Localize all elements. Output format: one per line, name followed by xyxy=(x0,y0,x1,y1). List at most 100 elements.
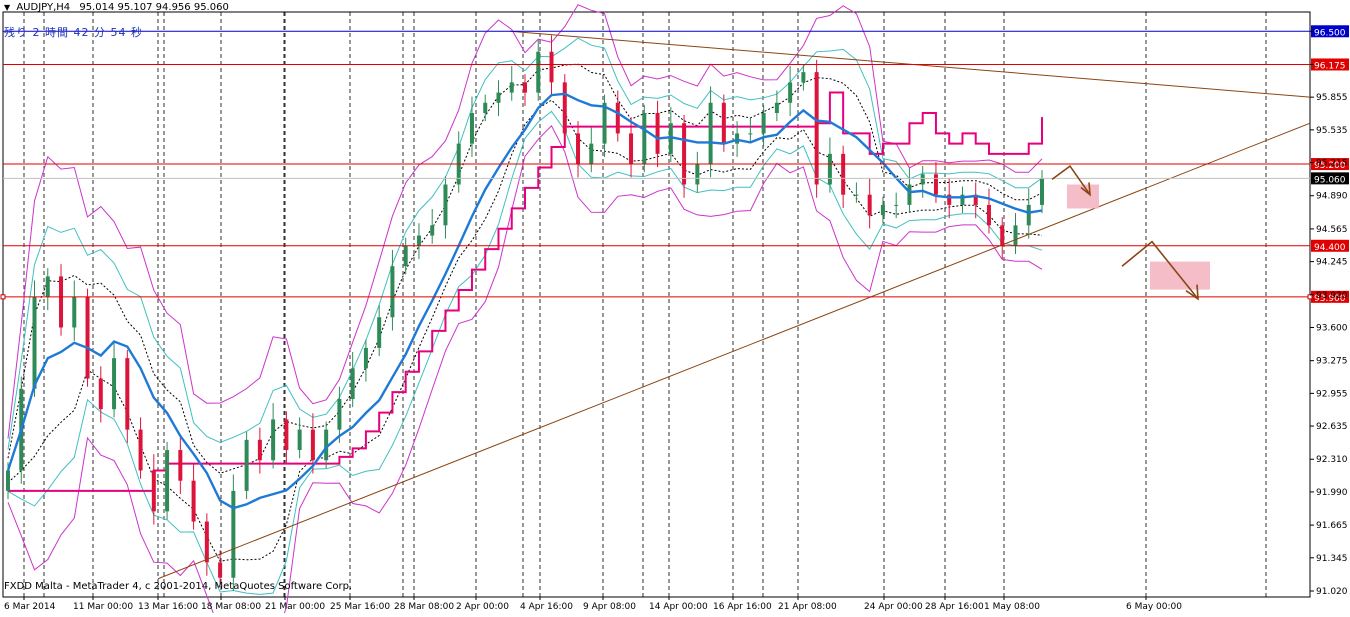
candle-body xyxy=(549,51,554,83)
y-tick-label: 91.345 xyxy=(1316,554,1348,564)
candle-body xyxy=(867,194,872,216)
candle-body xyxy=(523,82,527,93)
x-tick-label: 14 Apr 00:00 xyxy=(649,602,708,612)
candle-body xyxy=(655,112,660,154)
candle-body xyxy=(774,102,779,113)
candle-body xyxy=(271,419,276,461)
level-label: 96.500 xyxy=(1314,28,1346,38)
x-tick-label: 6 Mar 2014 xyxy=(4,602,56,612)
y-tick-label: 95.535 xyxy=(1316,126,1348,136)
candle-body xyxy=(377,317,382,348)
candle-body xyxy=(337,398,342,430)
candle-body xyxy=(151,470,156,512)
candle-body xyxy=(589,143,594,165)
candle-body xyxy=(218,562,223,578)
y-tick-label: 94.890 xyxy=(1316,192,1348,202)
candle-body xyxy=(1026,204,1031,226)
candle-body xyxy=(363,347,368,369)
candle-body xyxy=(1013,225,1018,246)
candle-body xyxy=(933,174,938,195)
x-tick-label: 2 Apr 00:00 xyxy=(456,602,509,612)
candle-body xyxy=(6,470,10,491)
candle-body xyxy=(483,102,488,113)
y-tick-label: 93.275 xyxy=(1316,357,1348,367)
y-tick-label: 92.635 xyxy=(1316,422,1348,432)
chart-background xyxy=(0,0,1350,613)
candle-body xyxy=(125,358,130,430)
candle-body xyxy=(695,164,700,185)
candle-body xyxy=(801,72,806,83)
bar-countdown: 残り 2 時間 42 分 54 秒 xyxy=(4,26,143,39)
candle-body xyxy=(907,184,912,205)
candle-body xyxy=(443,184,448,226)
candle-body xyxy=(310,429,315,461)
candle-body xyxy=(509,82,514,93)
candle-body xyxy=(841,153,846,195)
candle-body xyxy=(854,194,859,196)
candle-body xyxy=(708,102,713,165)
level-anchor xyxy=(1307,294,1313,300)
candle-body xyxy=(204,521,209,563)
ohlc-values: 95.014 95.107 94.956 95.060 xyxy=(79,2,229,13)
candle-body xyxy=(138,429,143,471)
candle-body xyxy=(59,276,64,328)
level-label: 94.400 xyxy=(1314,243,1346,253)
y-tick-label: 94.565 xyxy=(1316,225,1348,235)
candle-body xyxy=(390,266,395,318)
candle-body xyxy=(231,490,236,578)
candle-body xyxy=(602,102,607,144)
y-tick-label: 92.310 xyxy=(1316,455,1348,465)
y-tick-label: 94.245 xyxy=(1316,258,1348,268)
candle-body xyxy=(191,480,196,522)
x-tick-label: 21 Mar 00:00 xyxy=(265,602,325,612)
chart-area[interactable]: 96.500 96.175 95.200 95.060 94.400 93.900 91.0… xyxy=(0,0,1350,617)
x-tick-label: 21 Apr 08:00 xyxy=(778,602,837,612)
candle-body xyxy=(350,368,355,399)
y-tick-label: 91.665 xyxy=(1316,521,1348,531)
level-label: 96.175 xyxy=(1314,61,1346,71)
symbol-label: AUDJPY,H4 xyxy=(16,2,71,13)
triangle-down-icon[interactable]: ▼ xyxy=(4,3,10,12)
x-tick-label: 9 Apr 08:00 xyxy=(583,602,636,612)
candle-body xyxy=(880,204,885,216)
candle-body xyxy=(496,92,501,103)
copyright-note: FXDD Malta - MetaTrader 4, c 2001-2014, … xyxy=(4,581,353,592)
candle-body xyxy=(430,225,435,236)
candle-body xyxy=(827,153,832,185)
candle-body xyxy=(562,82,567,134)
candle-body xyxy=(721,102,726,144)
level-anchor xyxy=(0,294,6,300)
candle-body xyxy=(536,51,541,93)
candle-body xyxy=(629,133,634,165)
y-tick-label: 95.855 xyxy=(1316,93,1348,103)
candle-body xyxy=(244,439,249,491)
projection-box-1 xyxy=(1067,184,1099,209)
candle-body xyxy=(735,133,740,144)
y-tick-label: 91.020 xyxy=(1316,587,1348,597)
price-chart[interactable]: 96.50096.17595.20095.06094.40093.90091.0… xyxy=(0,0,1350,617)
candle-body xyxy=(894,204,899,206)
candle-body xyxy=(576,133,581,165)
x-tick-label: 4 Apr 16:00 xyxy=(520,602,573,612)
chart-header: ▼ AUDJPY,H4 95.014 95.107 94.956 95.060 xyxy=(4,2,229,13)
x-tick-label: 16 Apr 16:00 xyxy=(713,602,772,612)
x-tick-label: 13 Mar 16:00 xyxy=(138,602,198,612)
candle-body xyxy=(416,235,421,246)
x-tick-label: 28 Apr 16:00 xyxy=(925,602,984,612)
x-tick-label: 28 Mar 08:00 xyxy=(394,602,454,612)
candle-body xyxy=(112,358,117,410)
candle-body xyxy=(284,419,289,451)
x-tick-label: 24 Apr 00:00 xyxy=(864,602,923,612)
candle-body xyxy=(297,429,302,451)
y-tick-label: 91.990 xyxy=(1316,488,1348,498)
candle-body xyxy=(257,439,262,461)
x-tick-label: 1 May 08:00 xyxy=(984,602,1040,612)
candle-body xyxy=(920,174,925,185)
x-tick-label: 11 Mar 00:00 xyxy=(73,602,133,612)
y-tick-label: 92.955 xyxy=(1316,389,1348,399)
candle-body xyxy=(72,296,77,328)
candle-body xyxy=(403,245,408,267)
candle-body xyxy=(469,112,474,144)
level-label: 95.060 xyxy=(1314,175,1346,185)
x-tick-label: 25 Mar 16:00 xyxy=(330,602,390,612)
